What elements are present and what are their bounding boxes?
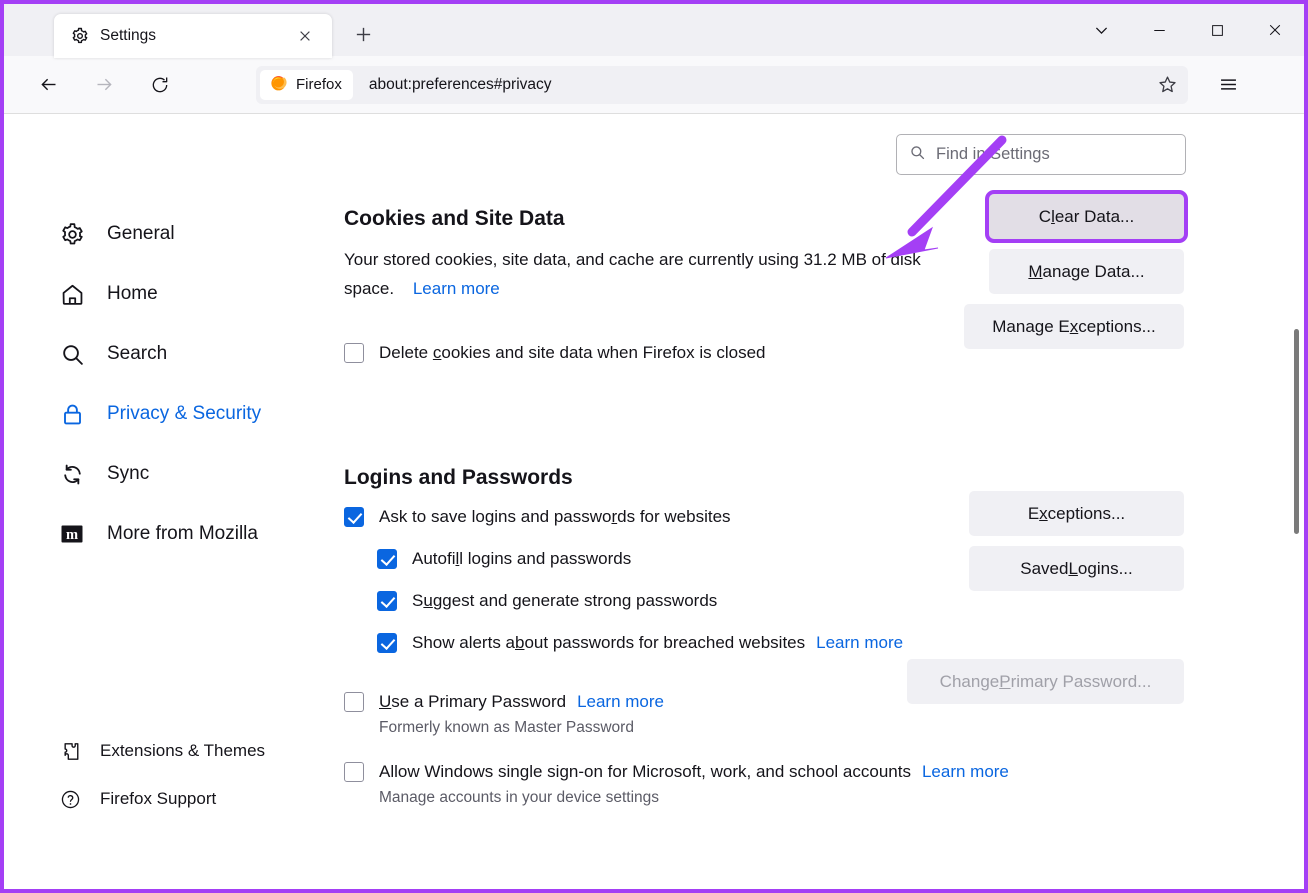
cookies-usage-value: 31.2 MB	[804, 250, 867, 269]
sidebar-item-label: Firefox Support	[100, 789, 216, 809]
sidebar-item-more-from-mozilla[interactable]: m More from Mozilla	[4, 504, 304, 564]
forward-button[interactable]	[84, 65, 124, 105]
sidebar-item-sync[interactable]: Sync	[4, 444, 304, 504]
use-primary-password-checkbox[interactable]	[344, 692, 364, 712]
ask-to-save-logins-label: Ask to save logins and passwords for web…	[379, 504, 731, 530]
change-primary-password-button[interactable]: Change Primary Password...	[907, 659, 1184, 704]
cookies-description-pre: Your stored cookies, site data, and cach…	[344, 250, 804, 269]
saved-logins-button[interactable]: Saved Logins...	[969, 546, 1184, 591]
sync-icon	[59, 461, 85, 487]
primary-password-learn-more-link[interactable]: Learn more	[577, 692, 664, 711]
cookies-button-stack: Clear Data... Manage Data... Manage Exce…	[964, 194, 1184, 349]
breach-alerts-row[interactable]: Show alerts about passwords for breached…	[377, 630, 1184, 656]
lock-icon	[59, 401, 85, 427]
sidebar-bottom-group: Extensions & Themes Firefox Support	[4, 727, 304, 841]
find-settings-row	[304, 114, 1304, 175]
settings-sidebar: General Home Search	[4, 114, 304, 841]
search-input[interactable]	[936, 145, 1173, 164]
sidebar-item-label: Extensions & Themes	[100, 741, 265, 761]
sidebar-item-general[interactable]: General	[4, 204, 304, 264]
cookies-and-site-data-section: Cookies and Site Data Your stored cookie…	[304, 207, 1304, 366]
browser-tab-settings[interactable]: Settings	[54, 14, 332, 58]
windows-sso-label: Allow Windows single sign-on for Microso…	[379, 759, 1009, 785]
sidebar-item-label: Sync	[107, 463, 149, 485]
windows-sso-learn-more-link[interactable]: Learn more	[922, 762, 1009, 781]
browser-window: Settings	[0, 0, 1308, 893]
svg-text:m: m	[66, 527, 78, 543]
reload-button[interactable]	[140, 65, 180, 105]
suggest-strong-passwords-label: Suggest and generate strong passwords	[412, 588, 717, 614]
sidebar-item-privacy-security[interactable]: Privacy & Security	[4, 384, 304, 444]
scrollbar-thumb[interactable]	[1294, 329, 1299, 534]
cookies-description: Your stored cookies, site data, and cach…	[344, 245, 940, 303]
search-icon	[59, 341, 85, 367]
windows-sso-note: Manage accounts in your device settings	[379, 789, 1184, 807]
sidebar-item-label: Search	[107, 343, 167, 365]
app-menu-hamburger-icon[interactable]	[1208, 65, 1248, 105]
close-icon[interactable]	[292, 23, 318, 49]
question-circle-icon	[59, 788, 81, 810]
search-icon	[909, 144, 926, 166]
url-text[interactable]: about:preferences#privacy	[369, 76, 1150, 94]
logins-button-stack: Exceptions... Saved Logins...	[969, 491, 1184, 591]
sidebar-item-label: Privacy & Security	[107, 403, 261, 425]
window-controls	[1072, 4, 1304, 56]
navigation-toolbar: Firefox about:preferences#privacy	[4, 56, 1304, 114]
back-button[interactable]	[28, 65, 68, 105]
breach-alerts-learn-more-link[interactable]: Learn more	[816, 633, 903, 652]
use-primary-password-label: Use a Primary PasswordLearn more	[379, 689, 664, 715]
close-window-button[interactable]	[1246, 4, 1304, 56]
sidebar-item-label: General	[107, 223, 175, 245]
sidebar-item-home[interactable]: Home	[4, 264, 304, 324]
sidebar-item-extensions-themes[interactable]: Extensions & Themes	[4, 727, 304, 775]
manage-data-button[interactable]: Manage Data...	[989, 249, 1184, 294]
suggest-strong-passwords-row[interactable]: Suggest and generate strong passwords	[377, 588, 1184, 614]
tab-strip: Settings	[4, 4, 1304, 56]
breach-alerts-label: Show alerts about passwords for breached…	[412, 630, 903, 656]
cookies-learn-more-link[interactable]: Learn more	[413, 279, 500, 298]
gear-icon	[59, 221, 85, 247]
mozilla-m-icon: m	[59, 521, 85, 547]
section-title-logins: Logins and Passwords	[344, 466, 1184, 490]
maximize-button[interactable]	[1188, 4, 1246, 56]
logins-exceptions-button[interactable]: Exceptions...	[969, 491, 1184, 536]
logins-and-passwords-section: Logins and Passwords Ask to save logins …	[304, 466, 1304, 807]
settings-page: General Home Search	[4, 114, 1304, 841]
identity-box[interactable]: Firefox	[260, 70, 353, 100]
firefox-logo-icon	[269, 73, 288, 97]
identity-label: Firefox	[296, 76, 342, 93]
home-icon	[59, 281, 85, 307]
puzzle-piece-icon	[59, 740, 81, 762]
tab-title: Settings	[100, 27, 281, 45]
sidebar-item-search[interactable]: Search	[4, 324, 304, 384]
clear-data-button[interactable]: Clear Data...	[989, 194, 1184, 239]
url-bar[interactable]: Firefox about:preferences#privacy	[256, 66, 1188, 104]
minimize-button[interactable]	[1130, 4, 1188, 56]
windows-sso-checkbox[interactable]	[344, 762, 364, 782]
vertical-scrollbar[interactable]	[1290, 114, 1302, 841]
gear-icon	[71, 27, 89, 45]
new-tab-button[interactable]	[346, 17, 380, 51]
windows-sso-row[interactable]: Allow Windows single sign-on for Microso…	[344, 759, 1184, 785]
delete-cookies-on-close-checkbox[interactable]	[344, 343, 364, 363]
manage-exceptions-button[interactable]: Manage Exceptions...	[964, 304, 1184, 349]
suggest-strong-passwords-checkbox[interactable]	[377, 591, 397, 611]
breach-alerts-checkbox[interactable]	[377, 633, 397, 653]
find-settings-box[interactable]	[896, 134, 1186, 175]
autofill-logins-checkbox[interactable]	[377, 549, 397, 569]
bookmark-star-icon[interactable]	[1150, 69, 1184, 101]
delete-cookies-on-close-label: Delete cookies and site data when Firefo…	[379, 340, 766, 366]
sidebar-item-firefox-support[interactable]: Firefox Support	[4, 775, 304, 823]
sidebar-item-label: Home	[107, 283, 158, 305]
primary-password-note: Formerly known as Master Password	[379, 719, 1184, 737]
tab-list-button[interactable]	[1072, 4, 1130, 56]
autofill-logins-label: Autofill logins and passwords	[412, 546, 631, 572]
settings-main-pane: Cookies and Site Data Your stored cookie…	[304, 114, 1304, 841]
ask-to-save-logins-checkbox[interactable]	[344, 507, 364, 527]
sidebar-item-label: More from Mozilla	[107, 523, 258, 545]
